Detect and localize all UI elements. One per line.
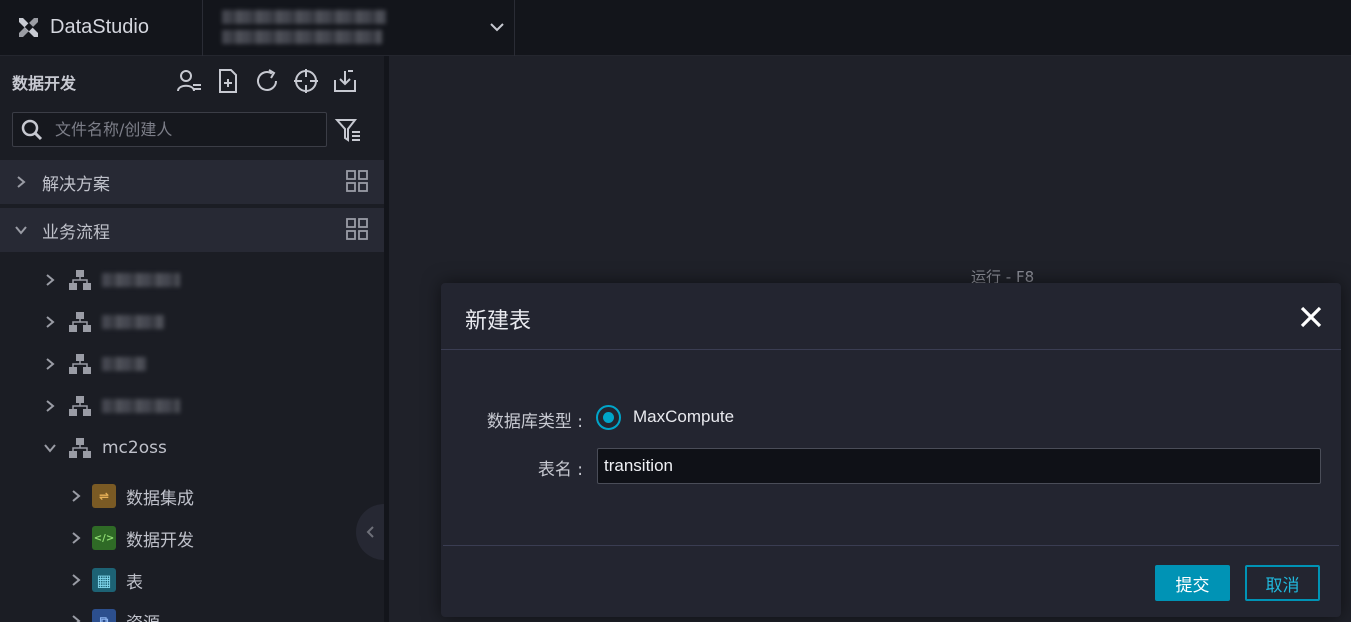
chevron-down-icon bbox=[15, 226, 27, 235]
workflow-name-redacted bbox=[102, 399, 180, 413]
tree-item-label: 资源 bbox=[126, 609, 160, 622]
app-logo[interactable]: DataStudio bbox=[16, 13, 149, 41]
new-file-icon[interactable] bbox=[215, 68, 241, 94]
grid-view-icon[interactable] bbox=[346, 170, 368, 192]
workflow-name: mc2oss bbox=[102, 438, 167, 458]
chevron-right-icon bbox=[72, 532, 81, 544]
search-icon bbox=[21, 119, 43, 140]
table-name-label: 表名 : bbox=[537, 460, 583, 480]
chevron-left-icon bbox=[366, 526, 374, 538]
radio-dot bbox=[603, 412, 614, 423]
chevron-right-icon bbox=[46, 316, 55, 328]
chevron-right-icon bbox=[46, 400, 55, 412]
db-type-option-label[interactable]: MaxCompute bbox=[633, 407, 734, 427]
section-label: 业务流程 bbox=[42, 222, 110, 243]
divider bbox=[202, 0, 203, 56]
tree-item-resource[interactable]: ⧉ 资源 bbox=[70, 606, 160, 622]
grid-view-icon[interactable] bbox=[346, 218, 368, 240]
chevron-down-icon[interactable] bbox=[488, 18, 506, 36]
sidebar-toolbar bbox=[176, 68, 358, 94]
close-icon[interactable] bbox=[1297, 303, 1325, 331]
locate-icon[interactable] bbox=[293, 68, 319, 94]
divider bbox=[514, 0, 515, 56]
app-name: DataStudio bbox=[50, 15, 149, 38]
dialog-header: 新建表 bbox=[441, 283, 1341, 350]
chevron-down-icon bbox=[44, 444, 56, 453]
refresh-icon[interactable] bbox=[254, 68, 280, 94]
tree-item-label: 表 bbox=[126, 572, 143, 593]
workspace-name-redacted bbox=[222, 10, 386, 24]
workflow-item[interactable] bbox=[44, 307, 164, 337]
code-icon: </> bbox=[92, 526, 116, 550]
workflow-icon bbox=[68, 268, 92, 292]
workspace-selector[interactable] bbox=[222, 4, 388, 50]
tree-item-label: 数据集成 bbox=[126, 488, 194, 509]
import-icon[interactable] bbox=[332, 68, 358, 94]
filter-icon[interactable] bbox=[334, 116, 362, 144]
resource-icon: ⧉ bbox=[92, 609, 116, 622]
user-icon[interactable] bbox=[176, 68, 202, 94]
top-bar: DataStudio bbox=[0, 0, 1351, 56]
workflow-item[interactable] bbox=[44, 391, 180, 421]
chevron-right-icon bbox=[72, 490, 81, 502]
tree-item-data-integration[interactable]: ⇌ 数据集成 bbox=[70, 481, 194, 511]
db-type-radio[interactable] bbox=[596, 405, 621, 430]
workflow-name-redacted bbox=[102, 315, 164, 329]
sidebar-title: 数据开发 bbox=[12, 74, 77, 93]
workflow-item[interactable] bbox=[44, 265, 180, 295]
workflow-name-redacted bbox=[102, 273, 180, 287]
table-name-input[interactable] bbox=[597, 448, 1321, 484]
workflow-icon bbox=[68, 310, 92, 334]
section-label: 解决方案 bbox=[42, 174, 110, 195]
cancel-button[interactable]: 取消 bbox=[1245, 565, 1320, 601]
search-box bbox=[12, 112, 327, 147]
dialog-footer-divider bbox=[443, 545, 1339, 546]
sidebar: 数据开发 解决方案 业务流程 bbox=[0, 56, 384, 622]
table-icon: ▦ bbox=[92, 568, 116, 592]
db-type-label: 数据库类型 : bbox=[486, 412, 583, 432]
data-integration-icon: ⇌ bbox=[92, 484, 116, 508]
sidebar-collapse-handle[interactable] bbox=[356, 504, 384, 560]
workflow-item[interactable] bbox=[44, 349, 146, 379]
chevron-right-icon bbox=[17, 176, 26, 188]
chevron-right-icon bbox=[72, 574, 81, 586]
new-table-dialog: 新建表 数据库类型 : MaxCompute 表名 : 提交 取消 bbox=[441, 283, 1341, 617]
chevron-right-icon bbox=[46, 274, 55, 286]
search-input[interactable] bbox=[55, 113, 326, 146]
datastudio-logo-icon bbox=[19, 18, 38, 37]
workflow-item-mc2oss[interactable]: mc2oss bbox=[44, 433, 167, 463]
workflow-name-redacted bbox=[102, 357, 146, 371]
chevron-right-icon bbox=[46, 358, 55, 370]
workflow-icon bbox=[68, 352, 92, 376]
tree-item-label: 数据开发 bbox=[126, 530, 194, 551]
submit-button[interactable]: 提交 bbox=[1155, 565, 1230, 601]
tree-item-table[interactable]: ▦ 表 bbox=[70, 565, 143, 595]
workflow-icon bbox=[68, 394, 92, 418]
chevron-right-icon bbox=[72, 615, 81, 622]
workflow-icon bbox=[68, 436, 92, 460]
workspace-id-redacted bbox=[222, 30, 382, 44]
section-workflows[interactable]: 业务流程 bbox=[0, 208, 384, 252]
dialog-title: 新建表 bbox=[465, 309, 532, 334]
tree-item-data-development[interactable]: </> 数据开发 bbox=[70, 523, 194, 553]
section-solutions[interactable]: 解决方案 bbox=[0, 160, 384, 204]
